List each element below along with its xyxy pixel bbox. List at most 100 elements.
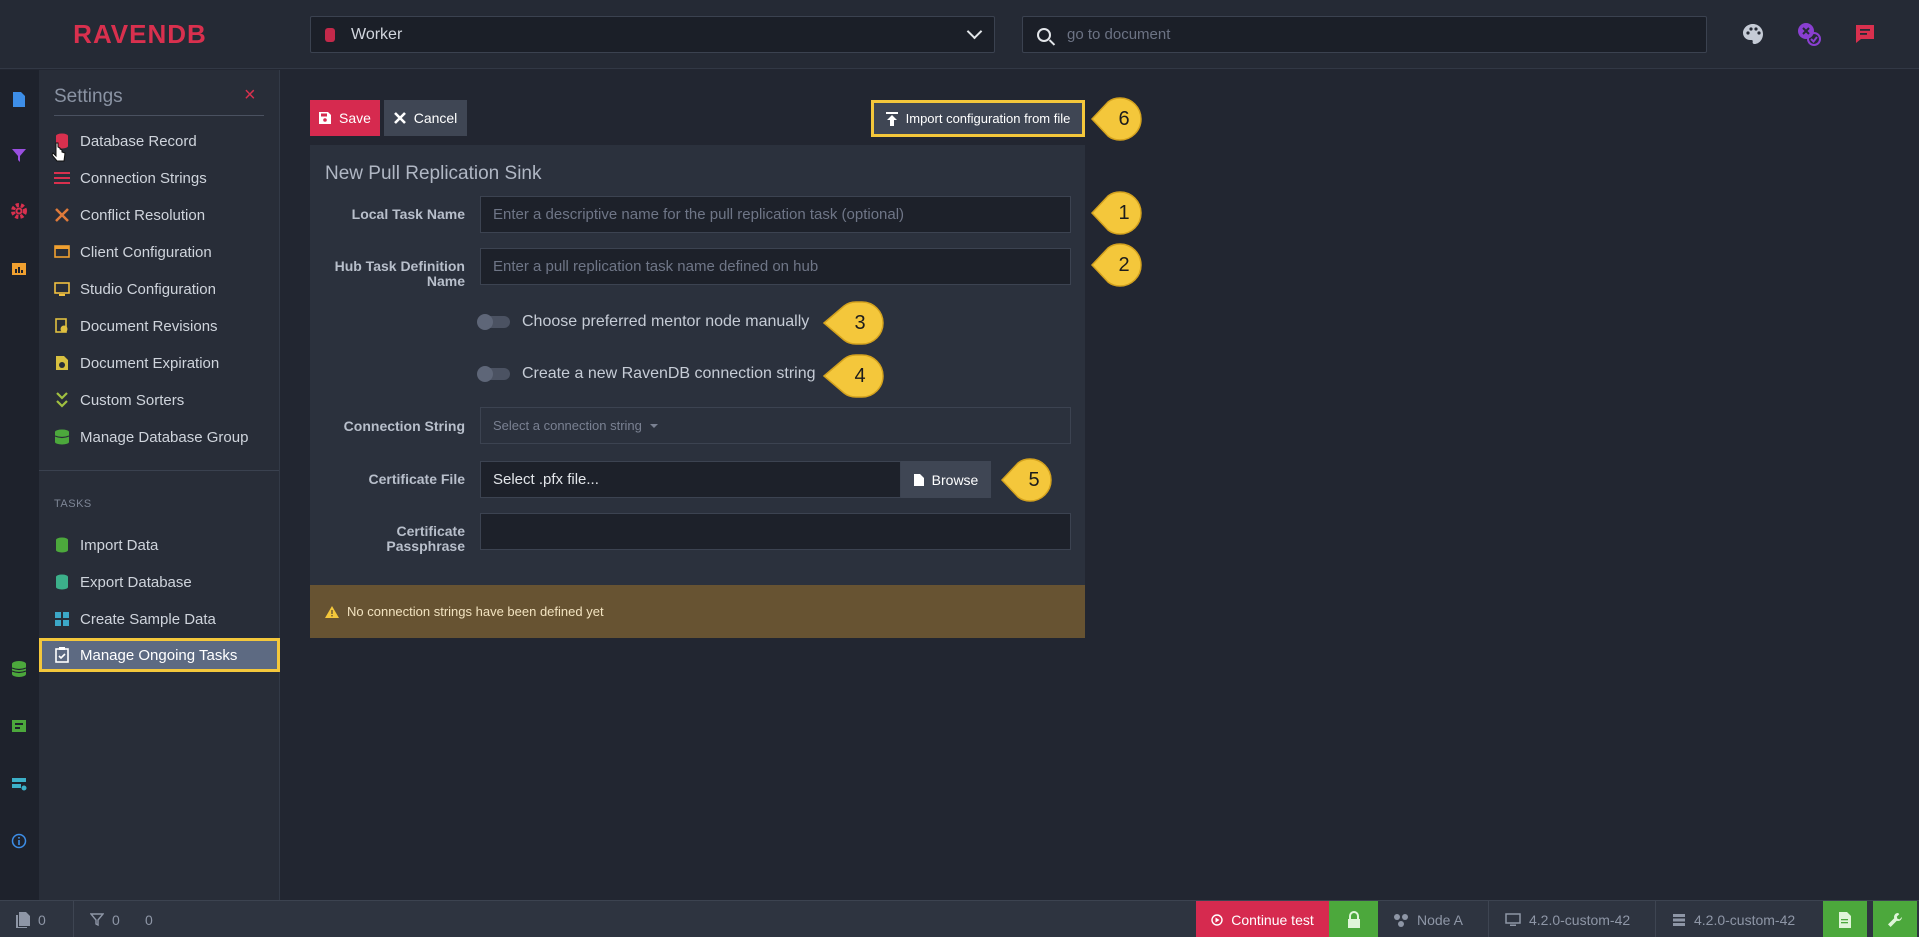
errors-count[interactable]: 0	[145, 901, 153, 937]
menu-item-manage-ongoing-tasks[interactable]: Manage Ongoing Tasks	[39, 638, 280, 672]
documents-icon	[16, 911, 30, 928]
top-icons	[1739, 20, 1879, 48]
callout-1: 1	[1090, 190, 1146, 236]
cancel-button[interactable]: Cancel	[384, 100, 467, 136]
menu-item-label: Document Expiration	[80, 354, 220, 372]
go-to-document-search[interactable]: go to document	[1022, 16, 1707, 53]
menu-item-label: Manage Ongoing Tasks	[80, 646, 238, 664]
wrench-icon	[1888, 912, 1902, 927]
new-connection-string-toggle-row[interactable]: Create a new RavenDB connection string	[477, 365, 816, 383]
play-circle-icon	[1211, 913, 1223, 926]
indexes-icon	[90, 912, 104, 926]
menu-item-document-expiration[interactable]: Document Expiration	[54, 348, 219, 378]
chevron-down-icon	[966, 23, 983, 40]
menu-item-conflict-resolution[interactable]: Conflict Resolution	[54, 200, 205, 230]
callout-number: 2	[1118, 254, 1130, 276]
mentor-node-toggle-row[interactable]: Choose preferred mentor node manually	[477, 313, 809, 331]
continue-test-button[interactable]: Continue test	[1196, 901, 1329, 937]
databases-nav-icon[interactable]	[8, 658, 30, 680]
import-icon	[54, 537, 70, 553]
revisions-icon	[54, 318, 70, 334]
manage-server-action[interactable]	[1873, 901, 1917, 937]
warning-icon	[325, 605, 339, 618]
callout-4: 4	[822, 353, 884, 399]
expiration-icon	[54, 355, 70, 371]
ravendb-logo[interactable]: RAVENDB	[0, 0, 280, 69]
license-status-icon[interactable]	[1795, 20, 1823, 48]
database-selector[interactable]: Worker	[310, 16, 995, 53]
top-bar: RAVENDB Worker go to document	[0, 0, 1919, 69]
mouse-cursor-icon	[51, 142, 66, 162]
monitor-icon	[1505, 912, 1521, 926]
menu-item-manage-database-group[interactable]: Manage Database Group	[54, 422, 248, 452]
callout-2: 2	[1090, 242, 1146, 288]
callout-number: 3	[854, 312, 866, 334]
menu-item-client-configuration[interactable]: Client Configuration	[54, 237, 212, 267]
certificate-passphrase-input[interactable]	[480, 513, 1071, 550]
upload-icon	[885, 111, 898, 126]
about-nav-icon[interactable]	[8, 830, 30, 852]
server-version[interactable]: 4.2.0-custom-42	[1672, 901, 1795, 937]
manage-server-nav-icon[interactable]	[8, 773, 30, 795]
save-label: Save	[339, 110, 371, 126]
hub-task-name-placeholder: Enter a pull replication task name defin…	[493, 258, 819, 275]
warning-text: No connection strings have been defined …	[347, 604, 604, 619]
client-config-icon	[54, 244, 70, 260]
save-button[interactable]: Save	[310, 100, 380, 136]
menu-item-database-record[interactable]: Database Record	[54, 126, 197, 156]
import-configuration-button[interactable]: Import configuration from file	[871, 100, 1085, 137]
menu-item-studio-configuration[interactable]: Studio Configuration	[54, 274, 216, 304]
connection-string-label: Connection String	[343, 418, 465, 434]
hub-task-definition-name-label: Hub Task Definition Name	[334, 258, 465, 289]
stats-nav-icon[interactable]	[8, 258, 30, 280]
settings-nav-icon[interactable]	[8, 200, 30, 222]
certificate-file-input[interactable]: Select .pfx file...	[480, 461, 901, 498]
callout-6: 6	[1090, 96, 1146, 142]
new-connection-string-toggle[interactable]	[477, 366, 510, 382]
mentor-node-toggle[interactable]	[477, 314, 510, 330]
security-lock[interactable]	[1329, 901, 1378, 937]
cluster-nav-icon[interactable]	[8, 715, 30, 737]
database-name: Worker	[351, 25, 403, 43]
theme-palette-icon[interactable]	[1739, 20, 1767, 48]
pull-replication-sink-form: New Pull Replication Sink Local Task Nam…	[310, 145, 1085, 638]
document-action[interactable]	[1823, 901, 1867, 937]
connection-string-select[interactable]: Select a connection string	[480, 407, 1071, 444]
menu-item-label: Document Revisions	[80, 317, 218, 335]
menu-item-label: Conflict Resolution	[80, 206, 206, 224]
new-connection-string-toggle-label: Create a new RavenDB connection string	[522, 365, 816, 382]
documents-count-value: 0	[38, 911, 46, 928]
browse-button[interactable]: Browse	[901, 461, 991, 498]
menu-item-import-data[interactable]: Import Data	[54, 530, 158, 560]
client-version-label: 4.2.0-custom-42	[1529, 911, 1631, 928]
divider	[1488, 901, 1489, 937]
save-icon	[319, 112, 332, 124]
notifications-icon[interactable]	[1851, 20, 1879, 48]
callout-number: 6	[1118, 108, 1130, 130]
documents-count[interactable]: 0	[16, 901, 46, 937]
menu-item-label: Connection Strings	[80, 169, 207, 187]
close-icon[interactable]: ×	[244, 84, 256, 107]
cluster-nodes-icon	[1394, 913, 1408, 927]
menu-item-document-revisions[interactable]: Document Revisions	[54, 311, 218, 341]
client-version[interactable]: 4.2.0-custom-42	[1505, 901, 1630, 937]
hub-task-definition-name-input[interactable]: Enter a pull replication task name defin…	[480, 248, 1071, 285]
connection-string-placeholder: Select a connection string	[493, 418, 642, 433]
local-task-name-input[interactable]: Enter a descriptive name for the pull re…	[480, 196, 1071, 233]
node-indicator[interactable]: Node A	[1393, 901, 1463, 937]
node-label: Node A	[1417, 911, 1463, 928]
file-icon	[913, 473, 924, 486]
sample-data-icon	[54, 611, 70, 627]
documents-nav-icon[interactable]	[8, 88, 30, 110]
indexes-count[interactable]: 0	[90, 901, 120, 937]
menu-item-connection-strings[interactable]: Connection Strings	[54, 163, 207, 193]
import-label: Import configuration from file	[905, 111, 1071, 126]
callout-number: 4	[854, 365, 866, 387]
conflict-icon	[54, 207, 70, 223]
menu-item-export-database[interactable]: Export Database	[54, 567, 192, 597]
menu-item-label: Custom Sorters	[80, 391, 185, 409]
settings-title: Settings	[54, 86, 123, 107]
indexes-nav-icon[interactable]	[8, 144, 30, 166]
menu-item-custom-sorters[interactable]: Custom Sorters	[54, 385, 184, 415]
menu-item-create-sample-data[interactable]: Create Sample Data	[54, 604, 216, 634]
